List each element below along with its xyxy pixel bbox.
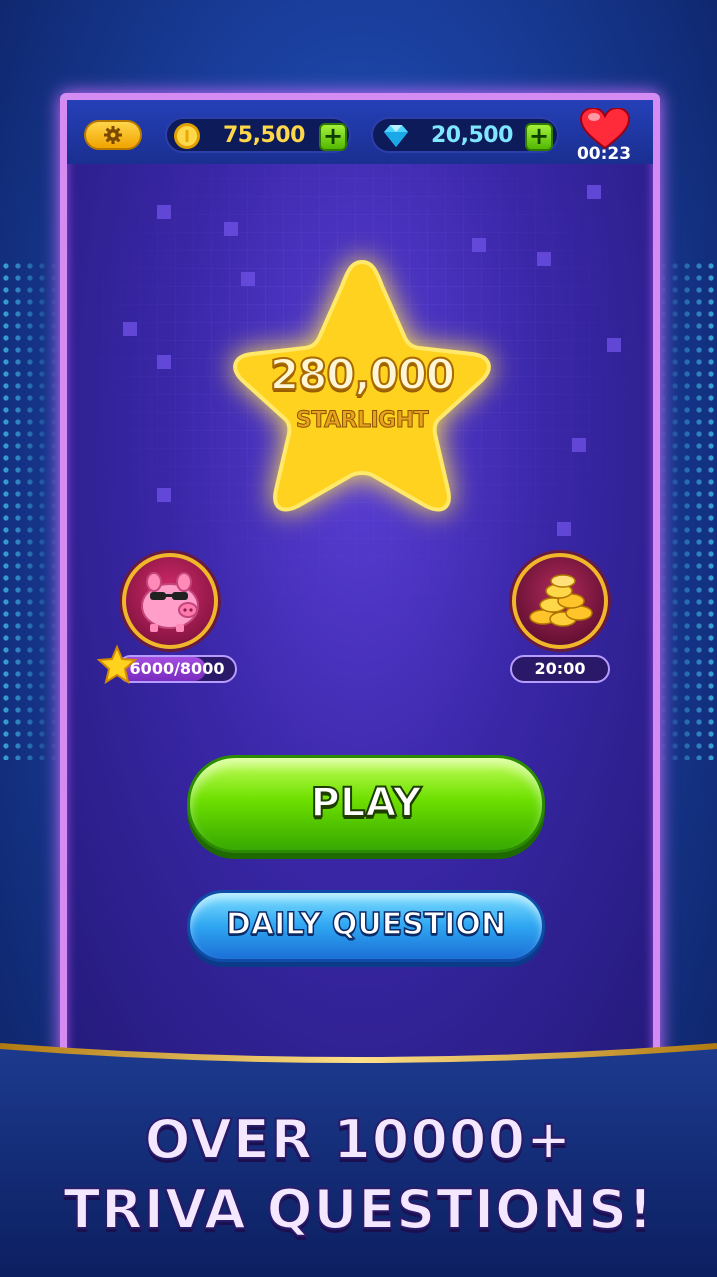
settings-button[interactable] (84, 120, 142, 150)
piggy-bank-icon (141, 572, 199, 632)
game-screen-frame: 75,500 + 20,500 + 00:23 280,000 STARLIGH… (60, 93, 660, 1078)
plus-icon: + (528, 122, 550, 150)
left-dot-decoration (0, 260, 60, 760)
gem-icon (384, 125, 408, 147)
coin-balance: 75,500 + (165, 117, 351, 153)
starlight-label: STARLIGHT (295, 408, 429, 434)
add-coins-button[interactable]: + (319, 123, 347, 151)
gem-count: 20,500 (431, 123, 513, 148)
star-icon (97, 645, 137, 685)
starlight-score: 280,000 STARLIGHT (222, 250, 502, 520)
plus-icon: + (322, 122, 344, 150)
coin-pile-icon (529, 574, 593, 627)
daily-question-button[interactable]: DAILY QUESTION (187, 890, 545, 962)
right-dot-decoration (657, 260, 717, 760)
piggy-progress-text: 6000/8000 (129, 659, 225, 678)
play-button[interactable]: PLAY (187, 755, 545, 853)
promo-line-2: TRIVA QUESTIONS! (62, 1177, 654, 1242)
coin-reward-timer-bar: 20:00 (510, 655, 610, 683)
promo-line-1: OVER 10000+ (144, 1107, 573, 1172)
coin-count: 75,500 (223, 123, 305, 148)
lives-indicator[interactable]: 00:23 (573, 108, 635, 164)
gem-balance: 20,500 + (371, 117, 559, 153)
starlight-value: 280,000 (269, 349, 456, 400)
lives-timer: 00:23 (576, 144, 632, 164)
gear-icon (104, 126, 122, 144)
add-gems-button[interactable]: + (525, 123, 553, 151)
coin-reward-button[interactable] (512, 553, 608, 649)
top-hud-bar: 75,500 + 20,500 + 00:23 (67, 100, 653, 164)
coin-reward-timer: 20:00 (534, 659, 586, 678)
piggy-bank-button[interactable] (122, 553, 218, 649)
coin-icon (174, 123, 200, 149)
